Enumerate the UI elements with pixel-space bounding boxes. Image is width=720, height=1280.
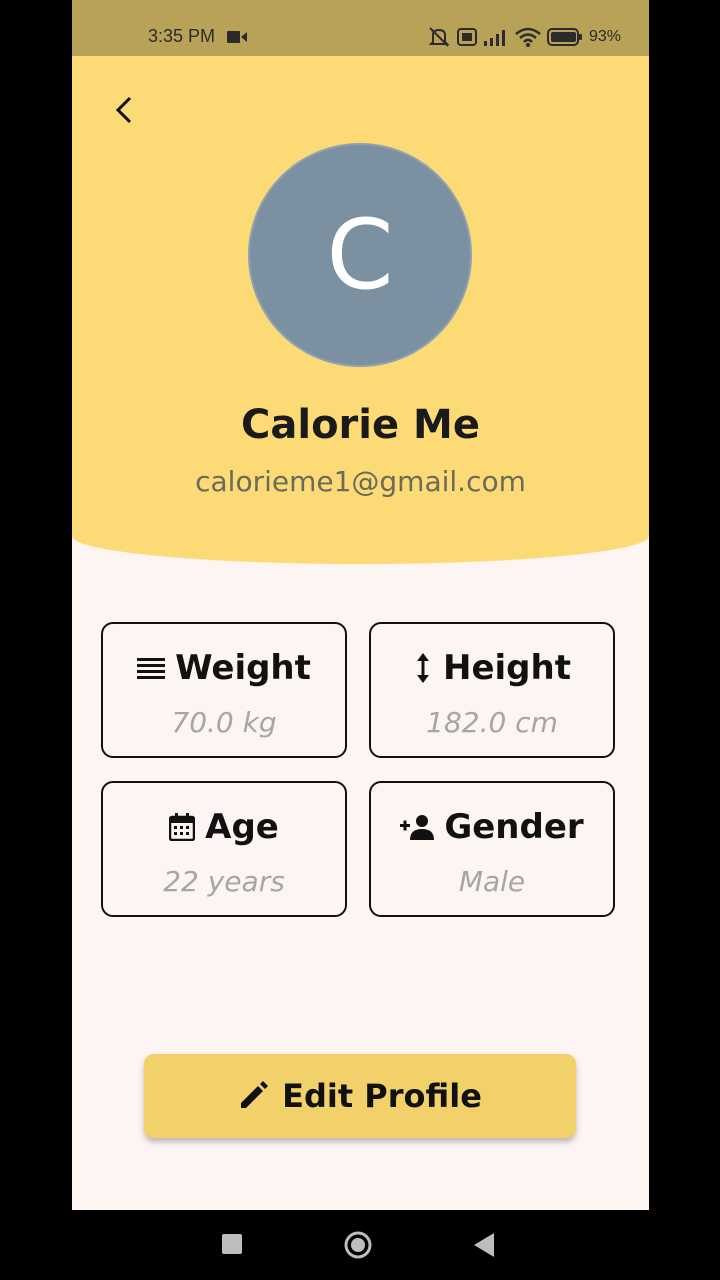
system-navigation-bar xyxy=(0,1210,720,1280)
profile-name: Calorie Me xyxy=(241,402,480,448)
edit-profile-button[interactable]: Edit Profile xyxy=(144,1054,576,1138)
calendar-icon xyxy=(169,813,196,841)
battery-percentage: 93% xyxy=(588,28,621,45)
video-camera-icon xyxy=(227,31,247,43)
age-card: Age 22 years xyxy=(101,781,347,917)
back-triangle-icon[interactable] xyxy=(472,1232,496,1258)
back-arrow-icon[interactable] xyxy=(108,90,140,130)
profile-email: calorieme1@gmail.com xyxy=(195,465,526,498)
status-bar: 3:35 PM 93% xyxy=(72,0,649,56)
recent-apps-icon[interactable] xyxy=(220,1232,244,1256)
edit-profile-label: Edit Profile xyxy=(282,1077,482,1115)
weight-label: Weight xyxy=(175,648,311,688)
weight-card: Weight 70.0 kg xyxy=(101,622,347,758)
status-icons: 93% xyxy=(427,26,621,48)
gender-value: Male xyxy=(458,865,526,898)
status-time: 3:35 PM xyxy=(148,26,216,46)
pencil-icon xyxy=(241,1081,269,1108)
age-value: 22 years xyxy=(163,865,285,898)
signal-icon xyxy=(483,30,505,46)
battery-icon xyxy=(546,28,582,46)
weight-value: 70.0 kg xyxy=(171,706,277,739)
height-card: Height 182.0 cm xyxy=(369,622,615,758)
age-label: Age xyxy=(205,807,279,847)
gender-card: Gender Male xyxy=(369,781,615,917)
height-value: 182.0 cm xyxy=(426,706,558,739)
person-add-icon xyxy=(400,815,435,840)
avatar-initial: C xyxy=(326,199,394,311)
gender-label: Gender xyxy=(444,807,584,847)
mute-vibrate-icon xyxy=(428,27,450,47)
wifi-icon xyxy=(515,27,541,47)
list-lines-icon xyxy=(137,658,166,679)
vertical-arrows-icon xyxy=(417,653,430,683)
volte-icon xyxy=(456,28,477,46)
app-screen: 3:35 PM 93% C Calorie Me calorieme1@gmai… xyxy=(72,0,649,1210)
avatar: C xyxy=(250,145,470,365)
height-label: Height xyxy=(443,648,571,688)
home-icon[interactable] xyxy=(343,1230,373,1260)
